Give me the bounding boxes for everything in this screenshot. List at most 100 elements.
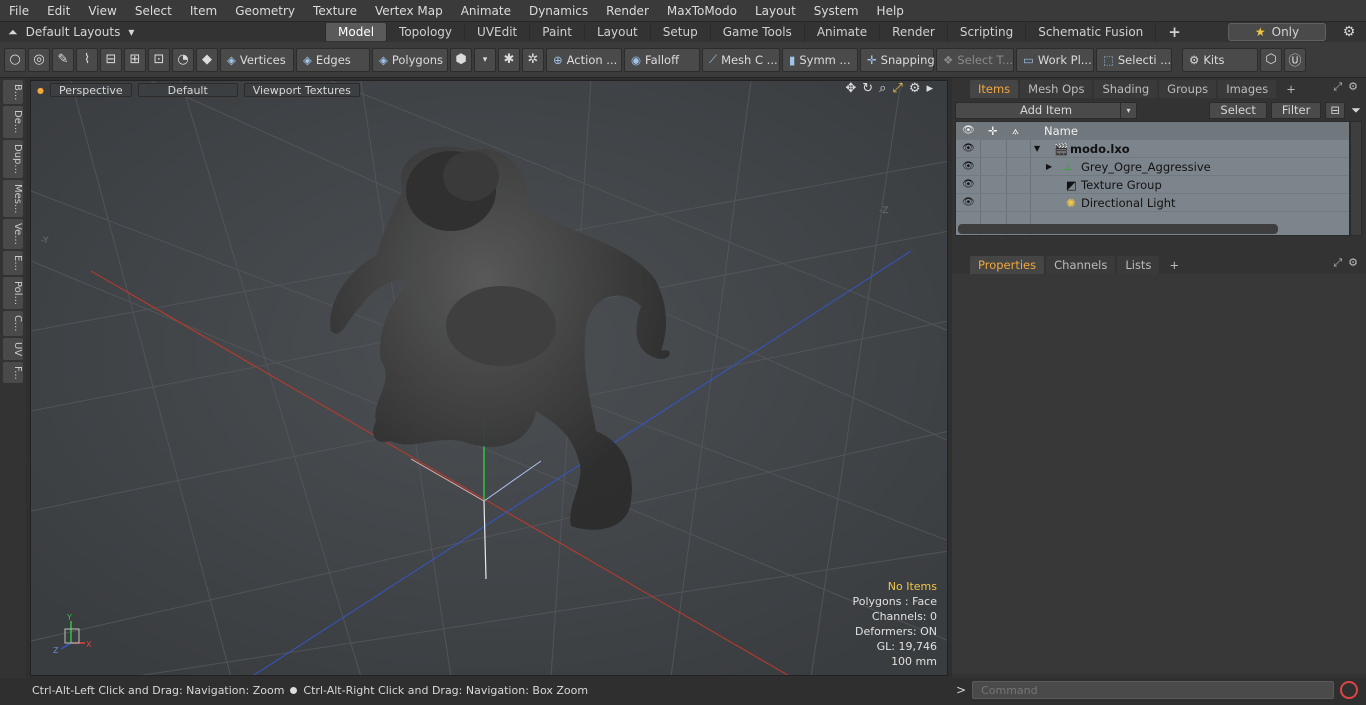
tab-mesh-ops[interactable]: Mesh Ops	[1020, 80, 1093, 98]
only-button[interactable]: ★ Only	[1228, 23, 1326, 41]
tab-animate[interactable]: Animate	[803, 23, 879, 41]
tab-game-tools[interactable]: Game Tools	[709, 23, 804, 41]
menu-select[interactable]: Select	[126, 0, 181, 22]
tree-row[interactable]: 👁 ▶ ⟂ Grey_Ogre_Aggressive	[956, 158, 1349, 176]
viewport-gear-icon[interactable]: ⚙	[909, 81, 921, 96]
tab-model[interactable]: Model	[325, 23, 387, 41]
tab-setup[interactable]: Setup	[649, 23, 710, 41]
tab-channels[interactable]: Channels	[1046, 256, 1116, 274]
tree-row[interactable]: 👁 ◩ Texture Group	[956, 176, 1349, 194]
action-center-button[interactable]: ⊕ Action ...	[546, 47, 622, 72]
selection-sets-button[interactable]: ⬚ Selecti ...	[1096, 47, 1172, 72]
tab-images[interactable]: Images	[1218, 80, 1277, 98]
tab-shading[interactable]: Shading	[1094, 80, 1158, 98]
tab-topology[interactable]: Topology	[386, 23, 464, 41]
menu-vertex-map[interactable]: Vertex Map	[366, 0, 452, 22]
menu-help[interactable]: Help	[868, 0, 913, 22]
select-through-button[interactable]: ❖ Select T...	[936, 47, 1014, 72]
falloff-button[interactable]: ◉ Falloff	[624, 47, 700, 72]
tab-layout[interactable]: Layout	[583, 23, 650, 41]
left-tab-polygon[interactable]: Pol...	[3, 276, 23, 309]
tree-row[interactable]: 👁 ✺ Directional Light	[956, 194, 1349, 212]
left-tab-uv[interactable]: UV	[3, 337, 23, 360]
menu-file[interactable]: File	[0, 0, 38, 22]
edges-button[interactable]: ◈ Edges	[296, 47, 370, 72]
viewport-textures-button[interactable]: Viewport Textures	[243, 83, 360, 97]
expand-arrow-icon[interactable]: ▼	[1034, 144, 1040, 153]
brush-icon[interactable]: ⌇	[76, 47, 98, 72]
horizontal-scrollbar[interactable]	[958, 224, 1278, 234]
add-props-tab-button[interactable]: +	[1161, 256, 1187, 274]
eye-icon[interactable]: 👁	[962, 197, 975, 208]
tree-row[interactable]: 👁 ▼ 🎬 modo.lxo	[956, 140, 1349, 158]
pen-icon[interactable]: ✎	[52, 47, 74, 72]
record-icon[interactable]	[1340, 681, 1359, 699]
dropdown-chevron-icon[interactable]: ▾	[474, 47, 496, 72]
add-item-chevron-icon[interactable]: ▾	[1120, 102, 1136, 118]
maximize-icon[interactable]: ⤢	[892, 81, 902, 96]
tab-items[interactable]: Items	[970, 80, 1019, 98]
eye-icon[interactable]: 👁	[962, 179, 975, 190]
menu-maxtomodo[interactable]: MaxToModo	[658, 0, 746, 22]
tab-groups[interactable]: Groups	[1159, 80, 1217, 98]
mesh-constraint-button[interactable]: ⟋ Mesh C ...	[702, 47, 780, 72]
collapse-icon[interactable]: ⊟	[1325, 101, 1345, 119]
panel-gear-icon[interactable]: ⚙	[1348, 80, 1358, 94]
layout-selector[interactable]: ⏶ Default Layouts ▾	[0, 22, 310, 42]
play-icon[interactable]: ▸	[926, 81, 933, 96]
tab-paint[interactable]: Paint	[529, 23, 584, 41]
expand-panel-icon[interactable]: ⤢	[1333, 80, 1342, 94]
eye-icon[interactable]: 👁	[962, 161, 975, 172]
symmetry-y-icon[interactable]: ✲	[522, 47, 544, 72]
menu-render[interactable]: Render	[597, 0, 658, 22]
polygons-button[interactable]: ◈ Polygons	[372, 47, 448, 72]
add-item-button[interactable]: Add Item ▾	[955, 101, 1137, 119]
unity-icon[interactable]: ⬡	[1260, 47, 1282, 72]
eye-icon[interactable]: 👁	[962, 143, 975, 154]
symmetry-x-icon[interactable]: ✱	[498, 47, 520, 72]
add-tab-button[interactable]: +	[1155, 23, 1193, 41]
expand-props-icon[interactable]: ⤢	[1333, 256, 1342, 270]
tab-schematic-fusion[interactable]: Schematic Fusion	[1025, 23, 1155, 41]
menu-edit[interactable]: Edit	[38, 0, 79, 22]
view-type-button[interactable]: Perspective	[49, 83, 132, 97]
tab-uvedit[interactable]: UVEdit	[464, 23, 529, 41]
select-button[interactable]: Select	[1209, 101, 1267, 119]
pan-icon[interactable]: ✥	[845, 81, 856, 96]
menu-system[interactable]: System	[805, 0, 868, 22]
globe-icon[interactable]: ◎	[28, 47, 50, 72]
menu-dynamics[interactable]: Dynamics	[520, 0, 597, 22]
menu-geometry[interactable]: Geometry	[226, 0, 304, 22]
left-tab-curve[interactable]: C...	[3, 310, 23, 336]
command-input[interactable]	[972, 681, 1335, 699]
funnel-icon[interactable]: ⏷	[1349, 103, 1363, 118]
work-plane-button[interactable]: ▭ Work Pl...	[1016, 47, 1094, 72]
tab-scripting[interactable]: Scripting	[946, 23, 1025, 41]
pie-icon[interactable]: ◔	[172, 47, 194, 72]
material-icon[interactable]: ⬢	[450, 47, 472, 72]
expand-arrow-icon[interactable]: ▶	[1046, 162, 1052, 171]
snapping-button[interactable]: ✛ Snapping	[860, 47, 935, 72]
left-tab-edge[interactable]: E...	[3, 251, 23, 275]
frame-icon[interactable]: ⊡	[148, 47, 170, 72]
tab-render[interactable]: Render	[879, 23, 947, 41]
left-tab-vertex[interactable]: Ve...	[3, 219, 23, 250]
menu-animate[interactable]: Animate	[452, 0, 520, 22]
filter-button[interactable]: Filter	[1270, 101, 1322, 119]
zoom-icon[interactable]: ⌕	[879, 81, 886, 96]
add-panel-tab-button[interactable]: +	[1278, 80, 1304, 98]
symmetry-button[interactable]: ▮ Symm ...	[782, 47, 858, 72]
name-column-header[interactable]: Name	[1044, 124, 1078, 138]
menu-view[interactable]: View	[79, 0, 125, 22]
props-gear-icon[interactable]: ⚙	[1348, 256, 1358, 270]
unreal-icon[interactable]: Ⓤ	[1284, 47, 1306, 72]
cube-shade-icon[interactable]: ◆	[196, 47, 218, 72]
left-tab-fusion[interactable]: F...	[3, 361, 23, 384]
menu-texture[interactable]: Texture	[304, 0, 366, 22]
left-tab-deform[interactable]: De...	[3, 106, 23, 138]
tab-properties[interactable]: Properties	[970, 256, 1045, 274]
rotate-icon[interactable]: ↻	[862, 81, 873, 96]
vertices-button[interactable]: ◈ Vertices	[220, 47, 294, 72]
gear-icon[interactable]: ⚙	[1338, 24, 1360, 40]
vertical-scrollbar[interactable]	[1350, 121, 1362, 236]
